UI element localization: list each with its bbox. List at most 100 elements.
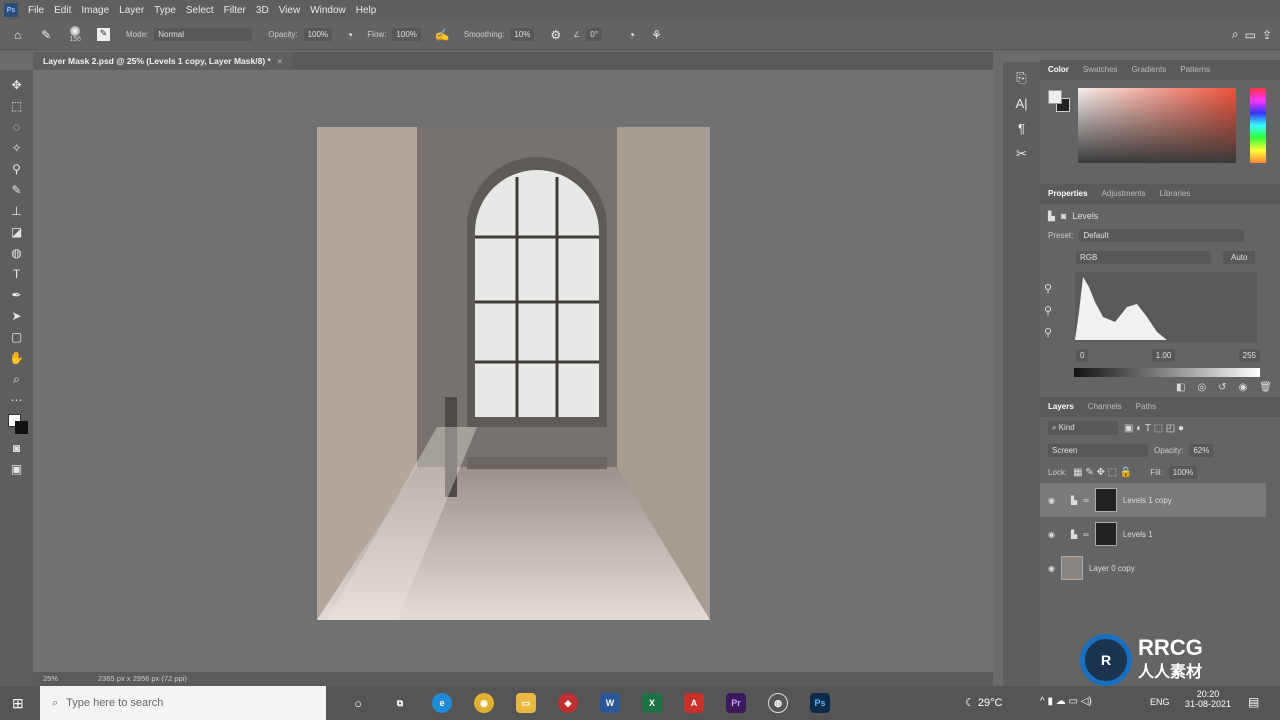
file-explorer-icon[interactable]: ▭	[516, 693, 536, 713]
more-tools-icon[interactable]: ⋯	[11, 393, 23, 409]
brush-preset-picker[interactable]: 156	[69, 26, 81, 43]
menu-select[interactable]: Select	[186, 5, 214, 16]
foreground-color[interactable]	[1048, 90, 1062, 104]
smoothing-input[interactable]: 10%	[510, 28, 535, 41]
eyedropper-icon[interactable]: ⚲	[12, 162, 21, 178]
symmetry-icon[interactable]: ⚘	[651, 28, 662, 42]
tab-adjustments[interactable]: Adjustments	[1102, 189, 1146, 199]
dodge-tool-icon[interactable]: ◍	[11, 246, 21, 262]
magic-wand-icon[interactable]: ✧	[11, 141, 21, 157]
color-swatches-icon[interactable]	[6, 414, 28, 436]
layer-filter-select[interactable]: ⌕ Kind	[1048, 421, 1118, 435]
zoom-level[interactable]: 25%	[43, 674, 58, 684]
gray-point-eyedropper-icon[interactable]: ⚲	[1044, 300, 1052, 322]
photoshop-taskbar-icon[interactable]: Ps	[810, 693, 830, 713]
layer-name[interactable]: Levels 1	[1123, 530, 1153, 539]
word-icon[interactable]: W	[600, 693, 620, 713]
premiere-icon[interactable]: Pr	[726, 693, 746, 713]
mode-select[interactable]: Normal	[154, 28, 253, 41]
search-icon[interactable]: ⌕	[1232, 27, 1239, 42]
input-white[interactable]: 255	[1238, 348, 1260, 362]
marquee-tool-icon[interactable]: ⬚	[11, 99, 22, 115]
weather-widget[interactable]: ☾ 29°C	[965, 696, 1003, 709]
path-select-icon[interactable]: ➤	[11, 309, 21, 325]
notifications-icon[interactable]: ▤	[1248, 695, 1259, 709]
hue-slider[interactable]	[1250, 88, 1266, 163]
shape-tool-icon[interactable]: ▢	[11, 330, 22, 346]
trash-icon[interactable]: 🗑	[1259, 382, 1272, 393]
hand-tool-icon[interactable]: ✋	[9, 351, 24, 367]
tab-gradients[interactable]: Gradients	[1132, 65, 1167, 75]
menu-image[interactable]: Image	[81, 5, 109, 16]
layer-mask-thumbnail[interactable]	[1094, 522, 1117, 546]
zoom-tool-icon[interactable]: ⌕	[13, 372, 20, 388]
obs-icon[interactable]: ◍	[768, 693, 788, 713]
media-app-icon[interactable]: ◈	[558, 693, 578, 713]
tools-panel-icon[interactable]: ✂	[1016, 146, 1027, 162]
close-icon[interactable]: ×	[277, 56, 282, 66]
layer-name[interactable]: Layer 0 copy	[1089, 564, 1135, 573]
document-info[interactable]: 2365 px x 2956 px (72 ppi)	[98, 674, 187, 684]
angle-input[interactable]: 0°	[586, 28, 602, 41]
tray-icons[interactable]: ^ ▮ ☁ ▭ ◁)	[1040, 696, 1092, 707]
tab-paths[interactable]: Paths	[1136, 402, 1156, 412]
eye-icon[interactable]: ◉	[1048, 496, 1055, 505]
quick-mask-icon[interactable]: ◙	[13, 441, 20, 457]
eraser-icon[interactable]: ◪	[11, 225, 22, 241]
history-icon[interactable]: ⎘	[1016, 70, 1026, 86]
layer-name[interactable]: Levels 1 copy	[1123, 496, 1172, 505]
lasso-tool-icon[interactable]: ◌	[13, 120, 20, 136]
preset-select[interactable]: Default	[1079, 228, 1245, 242]
menu-window[interactable]: Window	[310, 5, 346, 16]
clip-to-layer-icon[interactable]: ◧	[1176, 382, 1185, 393]
color-field[interactable]	[1078, 88, 1236, 163]
auto-button[interactable]: Auto	[1223, 250, 1256, 264]
view-previous-icon[interactable]: ◎	[1197, 382, 1206, 393]
input-black[interactable]: 0	[1076, 348, 1089, 362]
tab-patterns[interactable]: Patterns	[1180, 65, 1210, 75]
tab-libraries[interactable]: Libraries	[1160, 189, 1191, 199]
layer-row-levels-1[interactable]: ◉ ▙ ∞ Levels 1	[1040, 517, 1280, 551]
menu-type[interactable]: Type	[154, 5, 176, 16]
edge-icon[interactable]: e	[432, 693, 452, 713]
white-point-eyedropper-icon[interactable]: ⚲	[1044, 322, 1052, 344]
brush-icon[interactable]: ✎	[41, 28, 51, 42]
home-icon[interactable]: ⌂	[14, 28, 21, 42]
tab-color[interactable]: Color	[1048, 65, 1069, 75]
excel-icon[interactable]: X	[642, 693, 662, 713]
black-point-eyedropper-icon[interactable]: ⚲	[1044, 278, 1052, 300]
output-levels-slider[interactable]	[1074, 368, 1260, 377]
menu-edit[interactable]: Edit	[54, 5, 71, 16]
brush-tool-icon[interactable]: ✎	[11, 183, 21, 199]
opacity-input[interactable]: 100%	[303, 28, 333, 41]
pressure-size-icon[interactable]: ◔	[628, 28, 635, 42]
character-icon[interactable]: A|	[1015, 96, 1027, 111]
layer-row-layer-0-copy[interactable]: ◉ Layer 0 copy	[1040, 551, 1280, 585]
menu-layer[interactable]: Layer	[119, 5, 144, 16]
lock-icons[interactable]: ▦ ✎ ✥ ⬚ 🔒	[1073, 467, 1132, 478]
workspace-icon[interactable]: ▭	[1245, 28, 1256, 42]
pen-tool-icon[interactable]: ✒	[11, 288, 21, 304]
screen-mode-icon[interactable]: ▣	[11, 462, 22, 478]
tab-swatches[interactable]: Swatches	[1083, 65, 1118, 75]
acrobat-icon[interactable]: A	[684, 693, 704, 713]
visibility-icon[interactable]: ◉	[1239, 382, 1248, 393]
brush-settings-icon[interactable]: ✎	[97, 28, 110, 41]
eye-icon[interactable]: ◉	[1048, 530, 1055, 539]
channel-select[interactable]: RGB	[1076, 250, 1211, 264]
menu-filter[interactable]: Filter	[224, 5, 246, 16]
pressure-opacity-icon[interactable]: ◔	[346, 28, 353, 42]
reset-icon[interactable]: ↺	[1218, 382, 1226, 393]
tab-channels[interactable]: Channels	[1088, 402, 1122, 412]
stamp-tool-icon[interactable]: ⊥	[11, 204, 21, 220]
layer-row-levels-1-copy[interactable]: ◉ ▙ ∞ Levels 1 copy	[1040, 483, 1266, 517]
tab-layers[interactable]: Layers	[1048, 402, 1074, 412]
menu-file[interactable]: File	[28, 5, 44, 16]
layer-mask-thumbnail[interactable]	[1094, 488, 1117, 512]
document-tab[interactable]: Layer Mask 2.psd @ 25% (Levels 1 copy, L…	[33, 52, 293, 70]
blend-mode-select[interactable]: Screen	[1048, 443, 1148, 457]
gear-icon[interactable]: ⚙	[550, 28, 561, 42]
share-icon[interactable]: ⇪	[1262, 28, 1272, 42]
windows-start-icon[interactable]: ⊞	[12, 695, 24, 712]
menu-help[interactable]: Help	[356, 5, 377, 16]
